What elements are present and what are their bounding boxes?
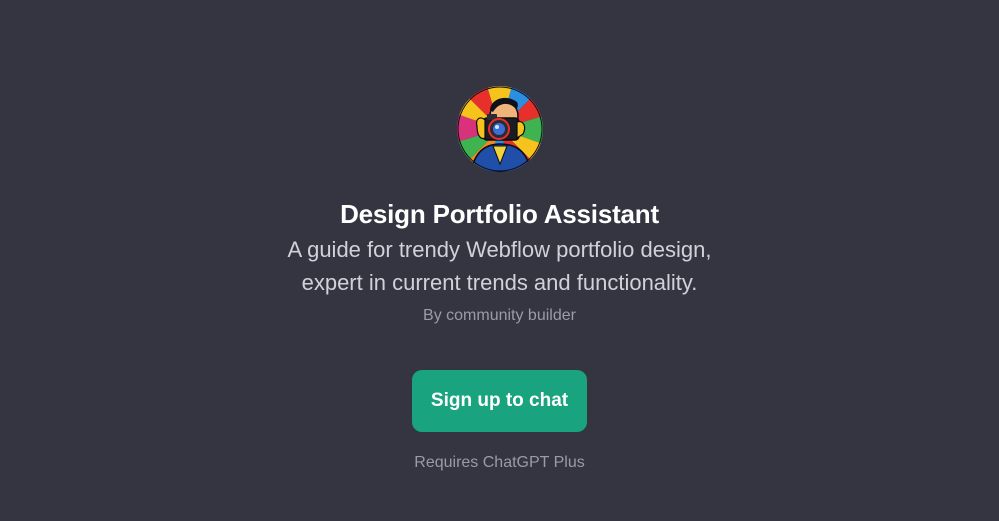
gpt-description-line: expert in current trends and functionali… bbox=[301, 270, 698, 295]
sign-up-to-chat-button[interactable]: Sign up to chat bbox=[412, 370, 587, 432]
gpt-description-line: A guide for trendy Webflow portfolio des… bbox=[287, 237, 712, 262]
gpt-title: Design Portfolio Assistant bbox=[340, 199, 659, 229]
gpt-author: By community builder bbox=[423, 307, 576, 324]
gpt-description: A guide for trendy Webflow portfolio des… bbox=[0, 233, 999, 299]
plus-requirement-note: Requires ChatGPT Plus bbox=[414, 454, 585, 471]
gpt-landing-page: Design Portfolio Assistant A guide for t… bbox=[0, 0, 999, 521]
gpt-avatar-icon bbox=[457, 86, 543, 172]
